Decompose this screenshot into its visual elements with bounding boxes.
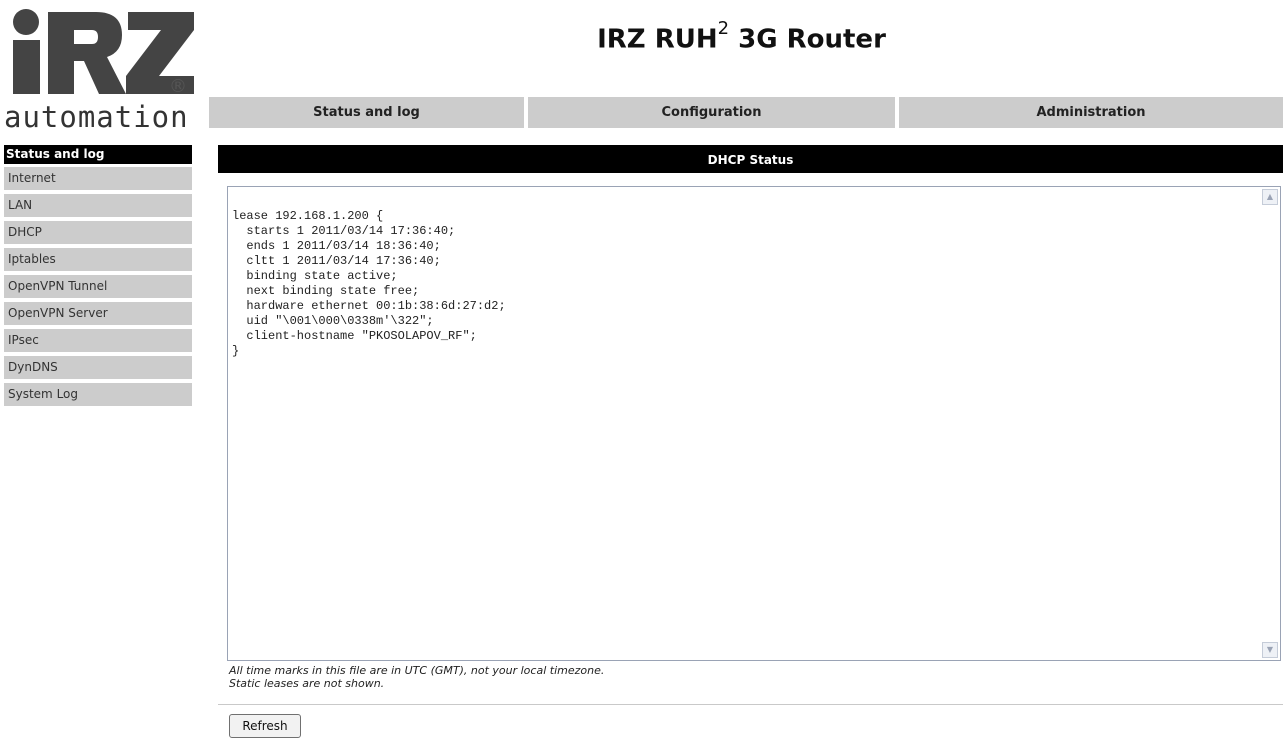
- sidebar-heading: Status and log: [4, 145, 192, 164]
- scroll-down-icon[interactable]: ▼: [1262, 642, 1278, 658]
- sidebar-item-internet[interactable]: Internet: [4, 167, 192, 190]
- tab-configuration[interactable]: Configuration: [528, 97, 895, 128]
- sidebar-item-ipsec[interactable]: IPsec: [4, 329, 192, 352]
- sidebar-item-dyndns[interactable]: DynDNS: [4, 356, 192, 379]
- sidebar-item-iptables[interactable]: Iptables: [4, 248, 192, 271]
- dhcp-leases-text: lease 192.168.1.200 { starts 1 2011/03/1…: [232, 209, 506, 358]
- sidebar-item-system-log[interactable]: System Log: [4, 383, 192, 406]
- panel-title: DHCP Status: [218, 145, 1283, 173]
- dhcp-leases-textarea[interactable]: lease 192.168.1.200 { starts 1 2011/03/1…: [227, 186, 1281, 661]
- page-title: IRZ RUH2 3G Router: [200, 18, 1283, 55]
- title-suffix: 3G Router: [738, 24, 886, 55]
- logo-wordmark: automation: [4, 100, 189, 134]
- brand-logo: ® automation: [4, 8, 199, 132]
- sidebar-item-dhcp[interactable]: DHCP: [4, 221, 192, 244]
- sidebar: Status and log Internet LAN DHCP Iptable…: [4, 145, 192, 410]
- refresh-button[interactable]: Refresh: [229, 714, 301, 738]
- vertical-scrollbar[interactable]: ▲ ▼: [1262, 189, 1278, 658]
- title-prefix: IRZ RUH: [597, 24, 718, 55]
- info-note: All time marks in this file are in UTC (…: [229, 664, 604, 690]
- registered-mark: ®: [169, 76, 187, 97]
- divider: [218, 704, 1283, 705]
- scroll-up-icon[interactable]: ▲: [1262, 189, 1278, 205]
- tab-administration[interactable]: Administration: [899, 97, 1283, 128]
- top-navigation: Status and log Configuration Administrat…: [209, 97, 1283, 128]
- note-static-leases: Static leases are not shown.: [229, 677, 385, 690]
- note-utc: All time marks in this file are in UTC (…: [229, 664, 605, 677]
- sidebar-item-openvpn-server[interactable]: OpenVPN Server: [4, 302, 192, 325]
- tab-status-and-log[interactable]: Status and log: [209, 97, 524, 128]
- sidebar-item-lan[interactable]: LAN: [4, 194, 192, 217]
- title-superscript: 2: [717, 18, 730, 39]
- sidebar-item-openvpn-tunnel[interactable]: OpenVPN Tunnel: [4, 275, 192, 298]
